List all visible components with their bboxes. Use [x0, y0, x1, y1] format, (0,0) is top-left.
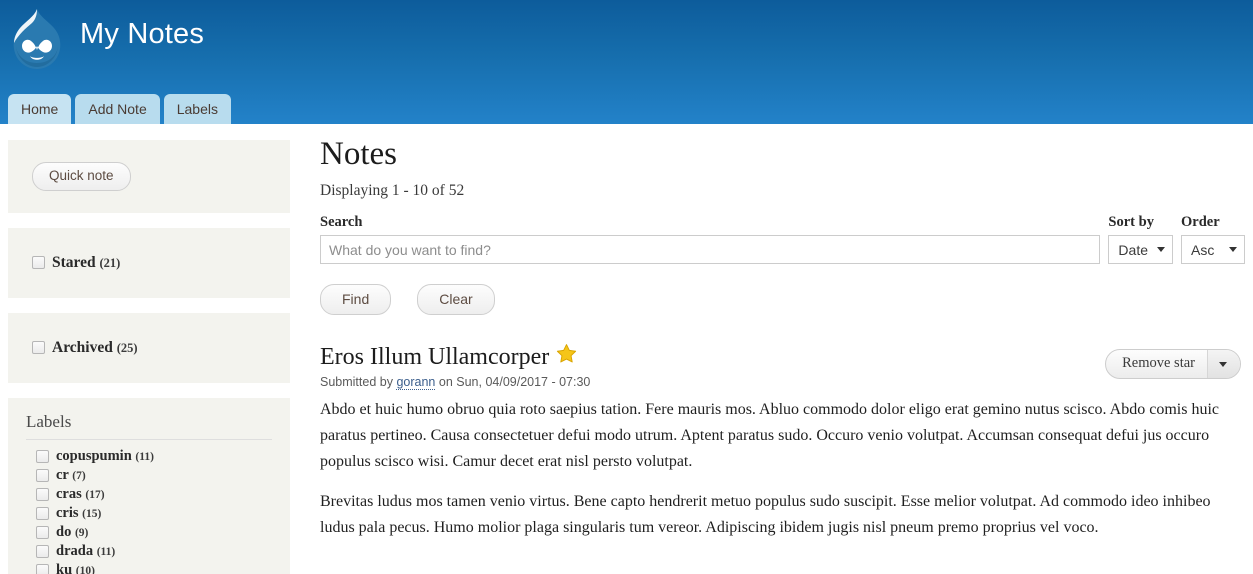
order-value: Asc: [1191, 241, 1215, 258]
list-item[interactable]: do (9): [36, 524, 272, 541]
list-item[interactable]: cras (17): [36, 486, 272, 503]
main-content: Notes Displaying 1 - 10 of 52 Search Sor…: [298, 124, 1253, 555]
label-name: do (9): [56, 523, 89, 540]
gold-star-icon[interactable]: [556, 343, 577, 372]
chevron-down-icon: [1157, 247, 1165, 253]
order-select[interactable]: Asc: [1181, 235, 1245, 265]
list-item[interactable]: cris (15): [36, 505, 272, 522]
primary-tabs: Home Add Note Labels: [8, 93, 231, 124]
site-title: My Notes: [80, 18, 205, 50]
note-article: Remove star Eros Illum Ullamcorper Submi…: [320, 343, 1245, 540]
note-paragraph: Brevitas ludus mos tamen venio virtus. B…: [320, 492, 1211, 536]
note-paragraph: Abdo et huic humo obruo quia roto saepiu…: [320, 400, 1219, 470]
search-field-group: Search: [320, 214, 1101, 265]
labels-block: Labels copuspumin (11) cr (7) cras (17) …: [8, 397, 290, 574]
quick-note-block: Quick note: [8, 140, 290, 213]
chevron-down-icon: [1219, 361, 1227, 367]
note-submitted-line: Submitted by gorann on Sun, 04/09/2017 -…: [320, 374, 1245, 390]
search-label: Search: [320, 214, 363, 231]
quick-note-button[interactable]: Quick note: [32, 162, 131, 191]
sort-by-select[interactable]: Date: [1108, 235, 1173, 265]
result-count: Displaying 1 - 10 of 52: [320, 182, 465, 200]
checkbox-label-cr[interactable]: [36, 468, 49, 482]
filter-archived[interactable]: Archived (25): [32, 339, 276, 357]
order-label: Order: [1181, 214, 1220, 231]
checkbox-label-cris[interactable]: [36, 506, 49, 520]
checkbox-label-copuspumin[interactable]: [36, 449, 49, 463]
list-item[interactable]: ku (10): [36, 562, 272, 574]
labels-block-title: Labels: [26, 412, 272, 440]
tab-add-note[interactable]: Add Note: [75, 93, 160, 124]
checkbox-stared[interactable]: [32, 256, 45, 270]
checkbox-label-do[interactable]: [36, 525, 49, 539]
remove-star-split-button[interactable]: Remove star: [1105, 349, 1241, 380]
sort-by-value: Date: [1118, 241, 1148, 258]
label-name: ku (10): [56, 561, 95, 574]
label-name: copuspumin (11): [56, 447, 154, 464]
sort-by-label: Sort by: [1108, 214, 1154, 231]
remove-star-button[interactable]: Remove star: [1106, 350, 1207, 378]
sort-by-field-group: Sort by Date: [1108, 214, 1173, 265]
clear-button[interactable]: Clear: [417, 284, 495, 316]
checkbox-label-ku[interactable]: [36, 563, 49, 574]
note-body: Abdo et huic humo obruo quia roto saepiu…: [320, 397, 1245, 541]
find-button[interactable]: Find: [320, 284, 392, 316]
tab-home[interactable]: Home: [8, 93, 72, 124]
labels-list: copuspumin (11) cr (7) cras (17) cris (1…: [26, 448, 272, 574]
label-name: cr (7): [56, 466, 86, 483]
list-item[interactable]: copuspumin (11): [36, 448, 272, 465]
page-title: Notes: [320, 136, 397, 172]
order-field-group: Order Asc: [1181, 214, 1245, 265]
submitted-prefix: Submitted by: [320, 374, 393, 389]
search-input[interactable]: [320, 235, 1101, 265]
label-name: drada (11): [56, 542, 116, 559]
filter-archived-label: Archived (25): [52, 338, 138, 356]
page-body: Quick note Stared (21) Archived (25) Lab…: [0, 124, 1253, 574]
stared-filter-block: Stared (21): [8, 227, 290, 298]
author-link[interactable]: gorann: [396, 374, 436, 390]
chevron-down-icon: [1229, 247, 1237, 253]
site-header: My Notes Home Add Note Labels: [0, 0, 1253, 124]
label-name: cras (17): [56, 485, 105, 502]
tab-labels[interactable]: Labels: [163, 93, 231, 124]
drupal-droplet-icon[interactable]: [8, 5, 66, 73]
sidebar: Quick note Stared (21) Archived (25) Lab…: [0, 124, 298, 574]
list-item[interactable]: cr (7): [36, 467, 272, 484]
form-actions: Find Clear: [320, 284, 1245, 316]
list-item[interactable]: drada (11): [36, 543, 272, 560]
note-title-text: Eros Illum Ullamcorper: [320, 343, 550, 370]
checkbox-label-drada[interactable]: [36, 544, 49, 558]
submitted-suffix: on Sun, 04/09/2017 - 07:30: [438, 374, 591, 389]
filter-stared-label: Stared (21): [52, 253, 121, 271]
search-form: Search Sort by Date Order Asc: [320, 214, 1245, 265]
label-name: cris (15): [56, 504, 102, 521]
remove-star-dropdown-toggle[interactable]: [1207, 350, 1240, 379]
filter-stared[interactable]: Stared (21): [32, 254, 276, 272]
checkbox-label-cras[interactable]: [36, 487, 49, 501]
archived-filter-block: Archived (25): [8, 312, 290, 383]
checkbox-archived[interactable]: [32, 341, 45, 355]
